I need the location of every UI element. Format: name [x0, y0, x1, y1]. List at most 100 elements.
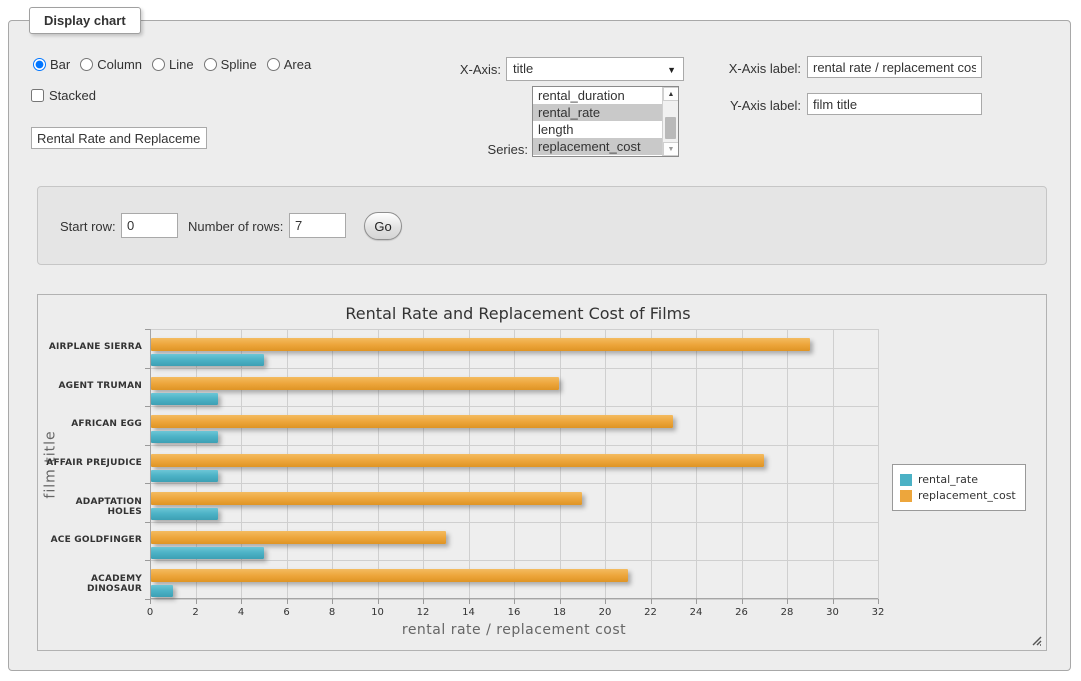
- x-tick-label: 12: [408, 607, 438, 618]
- chart-type-radio-bar[interactable]: [33, 58, 46, 71]
- y-tick-mark: [145, 560, 150, 561]
- y-tick-mark: [145, 445, 150, 446]
- gridline-vertical: [787, 329, 788, 599]
- series-option-rental_duration[interactable]: rental_duration: [533, 87, 662, 104]
- scrollbar-thumb[interactable]: [665, 117, 676, 139]
- x-axis-label-input[interactable]: [807, 56, 982, 78]
- series-options: rental_durationrental_ratelengthreplacem…: [533, 87, 662, 156]
- y-tick-mark: [145, 329, 150, 330]
- gridline-horizontal: [150, 522, 878, 523]
- bar-rental_rate-agent-truman[interactable]: [151, 393, 218, 405]
- bar-replacement_cost-ace-goldfinger[interactable]: [151, 531, 446, 544]
- category-label-airplane-sierra: AIRPLANE SIERRA: [38, 342, 142, 352]
- bar-rental_rate-airplane-sierra[interactable]: [151, 354, 264, 366]
- chevron-down-icon: ▼: [667, 59, 676, 81]
- chart-type-radio-group: Bar Column Line Spline Area: [33, 57, 321, 72]
- bar-rental_rate-african-egg[interactable]: [151, 431, 218, 443]
- x-tick-label: 0: [135, 607, 165, 618]
- start-row-label: Start row:: [60, 219, 116, 234]
- category-label-african-egg: AFRICAN EGG: [38, 419, 142, 429]
- chart-type-radio-spline[interactable]: [204, 58, 217, 71]
- start-row-input[interactable]: [121, 213, 178, 238]
- x-tick-mark: [833, 599, 834, 604]
- y-tick-mark: [145, 522, 150, 523]
- category-label-agent-truman: AGENT TRUMAN: [38, 381, 142, 391]
- x-tick-label: 32: [863, 607, 893, 618]
- scroll-down-icon[interactable]: ▼: [663, 142, 679, 156]
- x-tick-mark: [560, 599, 561, 604]
- bar-replacement_cost-adaptation-holes[interactable]: [151, 492, 582, 505]
- gridline-horizontal: [150, 368, 878, 369]
- x-tick-mark: [150, 599, 151, 604]
- bar-replacement_cost-african-egg[interactable]: [151, 415, 673, 428]
- legend-swatch-replacement_cost: [900, 490, 912, 502]
- bar-rental_rate-affair-prejudice[interactable]: [151, 470, 218, 482]
- gridline-vertical: [878, 329, 879, 599]
- x-tick-mark: [196, 599, 197, 604]
- num-rows-input[interactable]: [289, 213, 346, 238]
- x-tick-label: 20: [590, 607, 620, 618]
- scroll-up-icon[interactable]: ▲: [663, 87, 679, 101]
- gridline-horizontal: [150, 560, 878, 561]
- chart-type-radio-label: Line: [169, 57, 194, 72]
- bar-replacement_cost-agent-truman[interactable]: [151, 377, 559, 390]
- series-option-replacement_cost[interactable]: replacement_cost: [533, 138, 662, 155]
- y-axis-label-input[interactable]: [807, 93, 982, 115]
- chart-type-radio-label: Spline: [221, 57, 257, 72]
- category-label-affair-prejudice: AFFAIR PREJUDICE: [38, 458, 142, 468]
- series-select-label: Series:: [439, 142, 528, 157]
- x-tick-mark: [651, 599, 652, 604]
- x-tick-label: 26: [727, 607, 757, 618]
- plot-area: [150, 329, 878, 599]
- chart-title-input[interactable]: [31, 127, 207, 149]
- bar-rental_rate-ace-goldfinger[interactable]: [151, 547, 264, 559]
- x-tick-mark: [378, 599, 379, 604]
- gridline-horizontal: [150, 445, 878, 446]
- x-tick-mark: [423, 599, 424, 604]
- x-tick-label: 28: [772, 607, 802, 618]
- x-tick-label: 22: [636, 607, 666, 618]
- stacked-option: Stacked: [31, 88, 96, 103]
- series-option-rental_rate[interactable]: rental_rate: [533, 104, 662, 121]
- legend-item-replacement_cost[interactable]: replacement_cost: [900, 489, 1016, 502]
- bar-rental_rate-adaptation-holes[interactable]: [151, 508, 218, 520]
- fieldset-legend: Display chart: [29, 7, 141, 34]
- series-listbox[interactable]: rental_durationrental_ratelengthreplacem…: [532, 86, 679, 157]
- gridline-horizontal: [150, 483, 878, 484]
- bar-replacement_cost-affair-prejudice[interactable]: [151, 454, 764, 467]
- x-axis-title: rental rate / replacement cost: [314, 622, 714, 638]
- chart-type-radio-area[interactable]: [267, 58, 280, 71]
- bar-rental_rate-academy-dinosaur[interactable]: [151, 585, 173, 597]
- go-button[interactable]: Go: [364, 212, 402, 240]
- stacked-checkbox[interactable]: [31, 89, 44, 102]
- chart-type-radio-label: Bar: [50, 57, 70, 72]
- chart-type-radio-line[interactable]: [152, 58, 165, 71]
- x-tick-mark: [469, 599, 470, 604]
- y-axis-label-label: Y-Axis label:: [699, 98, 801, 113]
- chart-type-radio-label: Column: [97, 57, 142, 72]
- legend-label: rental_rate: [918, 473, 978, 486]
- legend-label: replacement_cost: [918, 489, 1016, 502]
- series-option-length[interactable]: length: [533, 121, 662, 138]
- chart-type-option-column: Column: [80, 57, 142, 72]
- x-tick-label: 30: [818, 607, 848, 618]
- chart-type-option-line: Line: [152, 57, 194, 72]
- stacked-label: Stacked: [49, 88, 96, 103]
- x-tick-mark: [696, 599, 697, 604]
- row-controls-panel: Start row: Number of rows: Go: [37, 186, 1047, 265]
- bar-replacement_cost-academy-dinosaur[interactable]: [151, 569, 628, 582]
- bar-replacement_cost-airplane-sierra[interactable]: [151, 338, 810, 351]
- series-scrollbar[interactable]: ▲ ▼: [662, 87, 678, 156]
- chart-type-radio-column[interactable]: [80, 58, 93, 71]
- x-tick-label: 8: [317, 607, 347, 618]
- resize-handle-icon[interactable]: [1031, 635, 1042, 646]
- legend-item-rental_rate[interactable]: rental_rate: [900, 473, 1016, 486]
- x-tick-label: 16: [499, 607, 529, 618]
- x-tick-label: 24: [681, 607, 711, 618]
- chart-type-option-area: Area: [267, 57, 311, 72]
- x-axis-select[interactable]: title ▼: [506, 57, 684, 81]
- x-tick-mark: [605, 599, 606, 604]
- y-tick-mark: [145, 406, 150, 407]
- x-axis-selected-value: title: [513, 61, 533, 76]
- x-tick-mark: [287, 599, 288, 604]
